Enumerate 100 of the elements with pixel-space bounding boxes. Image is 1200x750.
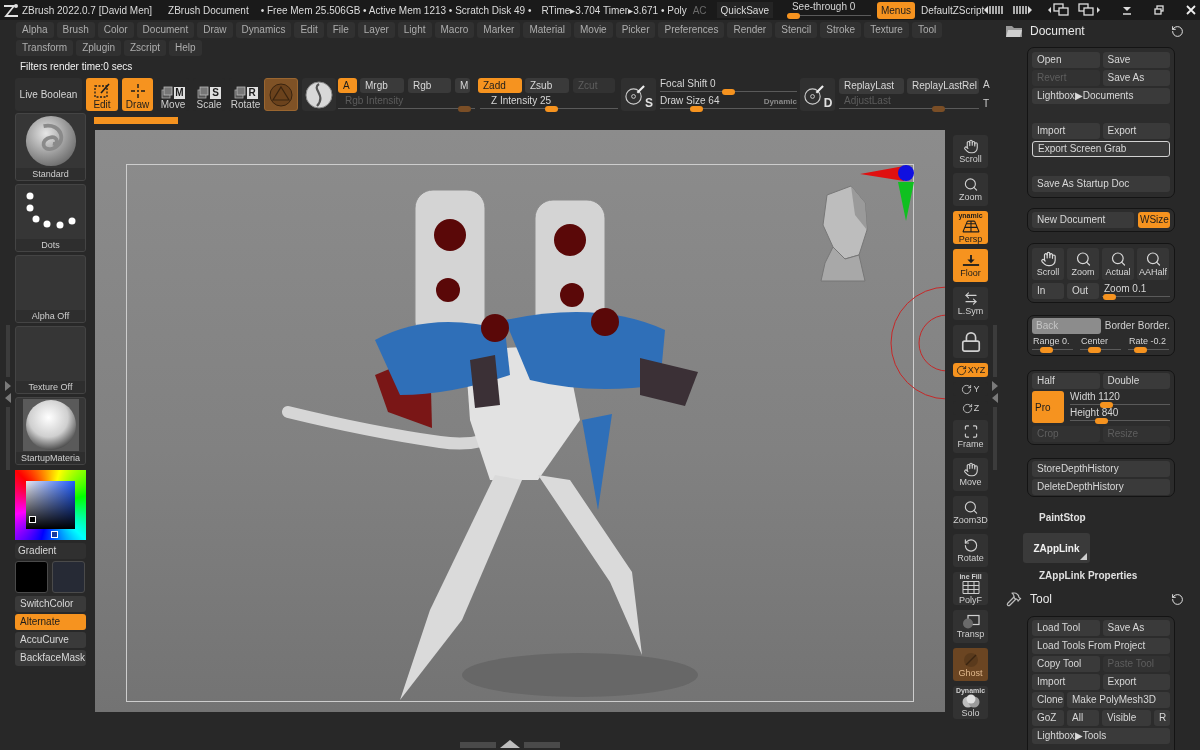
palette-toggle[interactable]: BackfaceMask xyxy=(15,650,86,666)
slider-track[interactable] xyxy=(660,89,797,94)
tool-button[interactable]: Clone xyxy=(1032,692,1064,708)
slider-track[interactable] xyxy=(786,13,871,19)
slider-thumb[interactable] xyxy=(722,89,735,95)
menu-item[interactable]: Marker xyxy=(477,22,521,38)
windows-left-icon[interactable] xyxy=(1048,3,1071,17)
menu-item[interactable]: Transform xyxy=(16,40,74,56)
menu-item[interactable]: Light xyxy=(397,22,432,38)
tray-handle[interactable] xyxy=(991,325,999,470)
menu-item[interactable]: Material xyxy=(523,22,571,38)
palette-tile[interactable]: Alpha Off xyxy=(15,255,86,323)
zoom-tool-button[interactable]: Scroll xyxy=(1032,248,1064,280)
subpalette-title[interactable]: PaintStop xyxy=(1039,512,1086,524)
menu-item[interactable]: Edit xyxy=(294,22,324,38)
menu-item[interactable]: Dynamics xyxy=(235,22,292,38)
replay-button[interactable]: ReplayLast xyxy=(839,78,904,94)
view-control-button[interactable]: Frame xyxy=(953,420,988,453)
size-button[interactable]: Double xyxy=(1102,373,1170,389)
view-control-button[interactable]: Scroll xyxy=(953,135,988,168)
bars-left-icon[interactable] xyxy=(984,5,1005,15)
channel-button[interactable]: M xyxy=(455,78,470,93)
view-control-button[interactable]: Zoom xyxy=(953,173,988,206)
document-button[interactable]: Lightbox▶Documents xyxy=(1032,88,1170,104)
channel-button[interactable]: Rgb xyxy=(408,78,451,93)
channel-button[interactable]: Mrgb xyxy=(360,78,404,93)
tool-button[interactable]: Load Tools From Project xyxy=(1032,638,1170,654)
quicksave-button[interactable]: QuickSave xyxy=(716,2,773,18)
zoom-tool-button[interactable]: Actual xyxy=(1102,248,1134,280)
zoom-step-button[interactable]: Out xyxy=(1067,283,1099,299)
dynamic-label[interactable]: Dynamic xyxy=(763,97,797,106)
view-control-button[interactable] xyxy=(953,325,988,358)
new-document-button[interactable]: New Document xyxy=(1032,212,1134,228)
menu-item[interactable]: Zplugin xyxy=(76,40,121,56)
windows-right-icon[interactable] xyxy=(1078,3,1101,17)
view-control-button[interactable]: XYZ xyxy=(953,363,988,377)
view-control-button[interactable]: Zoom3D xyxy=(953,496,988,529)
menu-item[interactable]: Movie xyxy=(574,22,613,38)
tool-button[interactable]: Visible xyxy=(1102,710,1151,726)
tool-button[interactable]: Load Tool xyxy=(1032,620,1100,636)
stroke-button[interactable]: S xyxy=(621,78,656,111)
menu-item[interactable]: Picker xyxy=(615,22,656,38)
replay-button[interactable]: ReplayLastRel xyxy=(907,78,979,94)
color-swatch[interactable] xyxy=(15,561,48,593)
menu-item[interactable]: Stroke xyxy=(820,22,862,38)
slider-thumb[interactable] xyxy=(1134,347,1148,353)
truncated-label[interactable]: A xyxy=(983,78,990,92)
view-control-button[interactable]: Rotate xyxy=(953,534,988,567)
palette-tile[interactable]: Standard xyxy=(15,113,86,181)
menu-item[interactable]: Zscript xyxy=(124,40,166,56)
zoom-step-button[interactable]: In xyxy=(1032,283,1064,299)
tool-button[interactable]: Make PolyMesh3D xyxy=(1067,692,1170,708)
menu-item[interactable]: Stencil xyxy=(775,22,818,38)
menu-item[interactable]: Brush xyxy=(56,22,95,38)
picker-marker-icon[interactable] xyxy=(29,516,36,523)
palette-tile[interactable]: StartupMateria xyxy=(15,397,86,465)
slider-track[interactable] xyxy=(1032,347,1073,352)
zscript-button[interactable]: DefaultZScript xyxy=(920,2,985,18)
view-control-button[interactable]: Transp xyxy=(953,610,988,643)
channel-button[interactable]: Zadd xyxy=(478,78,522,93)
depth-history-button[interactable]: StoreDepthHistory xyxy=(1032,461,1170,477)
menu-item[interactable]: Help xyxy=(169,40,202,56)
gradient-button[interactable]: Gradient xyxy=(15,543,86,559)
close-icon[interactable] xyxy=(1186,5,1197,15)
view-control-button[interactable]: L.Sym xyxy=(953,287,988,320)
document-button[interactable]: Open xyxy=(1032,52,1100,68)
border-button[interactable]: Border xyxy=(1104,318,1135,334)
tool-button[interactable]: R xyxy=(1154,710,1170,726)
menu-item[interactable]: Layer xyxy=(357,22,395,38)
live-boolean-button[interactable]: Live Boolean xyxy=(15,78,82,111)
reset-icon[interactable] xyxy=(1171,592,1184,606)
menu-item[interactable]: Tool xyxy=(911,22,943,38)
menu-item[interactable]: Texture xyxy=(864,22,909,38)
view-control-button[interactable]: Floor xyxy=(953,249,988,282)
color-swatch[interactable] xyxy=(52,561,85,593)
reset-icon[interactable] xyxy=(1171,24,1184,38)
bars-right-icon[interactable] xyxy=(1012,5,1033,15)
slider-thumb[interactable] xyxy=(1088,347,1102,353)
minimize-icon[interactable] xyxy=(1122,5,1133,15)
menu-item[interactable]: Color xyxy=(97,22,134,38)
tool-button[interactable]: Export xyxy=(1102,674,1170,690)
palette-toggle[interactable]: AccuCurve xyxy=(15,632,86,648)
slider-thumb[interactable] xyxy=(545,106,558,112)
tool-button[interactable]: Save As xyxy=(1102,620,1170,636)
menu-item[interactable]: Document xyxy=(136,22,195,38)
sphere-button[interactable] xyxy=(302,78,336,111)
pro-button[interactable]: Pro xyxy=(1032,391,1064,423)
transform-mode-button[interactable]: Edit xyxy=(86,78,118,111)
menu-item[interactable]: Alpha xyxy=(16,22,54,38)
zapplink-button[interactable]: ZAppLink xyxy=(1023,533,1090,563)
tray-handle[interactable] xyxy=(4,325,12,470)
tool-button[interactable]: All xyxy=(1067,710,1099,726)
channel-button[interactable]: A xyxy=(338,78,357,93)
tool-button[interactable]: Copy Tool xyxy=(1032,656,1100,672)
palette-tile[interactable]: Dots xyxy=(15,184,86,252)
slider-thumb[interactable] xyxy=(689,106,703,112)
slider-thumb[interactable] xyxy=(1095,418,1109,424)
tool-button[interactable]: GoZ xyxy=(1032,710,1064,726)
slider-thumb[interactable] xyxy=(1103,294,1117,300)
wsize-button[interactable]: WSize xyxy=(1138,212,1170,228)
